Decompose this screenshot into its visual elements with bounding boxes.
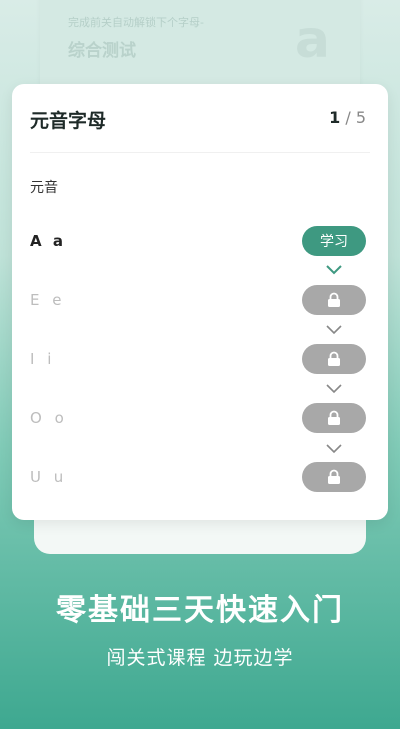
lock-icon [328,469,340,484]
comprehensive-test-title: 综合测试 [68,41,136,61]
letter-row-e: E e [30,291,66,309]
locked-button-u[interactable] [302,462,366,492]
lock-icon [328,410,340,425]
locked-button-o[interactable] [302,403,366,433]
letter-row-o: O o [30,409,68,427]
promo-headline: 零基础三天快速入门 [56,593,344,628]
chevron-down-icon [326,444,342,454]
letter-row-i: I i [30,350,56,368]
chevron-down-icon [326,384,342,394]
learn-button[interactable]: 学习 [302,226,366,256]
promo-subline: 闯关式课程 边玩边学 [106,647,294,669]
letter-watermark: a [294,10,330,70]
letter-row-u: U u [30,468,68,486]
chevron-down-icon [326,265,342,275]
letter-row-a: A a [30,232,66,250]
card-progress: 1 / 5 [329,108,366,127]
chevron-down-icon [326,325,342,335]
vowel-lesson-card: 元音字母 1 / 5 元音 A a 学习 E e I i O o U u [12,84,388,520]
divider [30,152,370,153]
lock-icon [328,292,340,307]
unlock-hint: 完成前关自动解锁下个字母- [68,16,204,29]
progress-current: 1 [329,108,341,127]
card-title: 元音字母 [30,110,107,132]
locked-button-e[interactable] [302,285,366,315]
locked-button-i[interactable] [302,344,366,374]
section-label: 元音 [30,180,58,196]
progress-total: / 5 [345,108,366,127]
lock-icon [328,351,340,366]
